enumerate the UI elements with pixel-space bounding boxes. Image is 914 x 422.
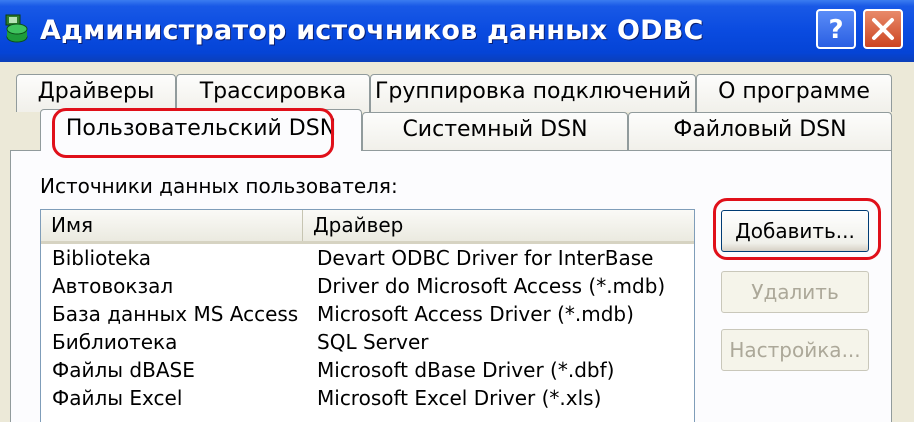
title-bar[interactable]: Администратор источников данных ODBC ? xyxy=(0,0,914,62)
column-header-driver[interactable]: Драйвер xyxy=(303,210,694,241)
tab-user-dsn[interactable]: Пользовательский DSN xyxy=(40,109,362,151)
dsn-name: Biblioteka xyxy=(52,246,151,270)
tab-system-dsn[interactable]: Системный DSN xyxy=(362,112,628,150)
window-title: Администратор источников данных ODBC xyxy=(40,15,704,46)
list-item[interactable]: Файлы dBASE Microsoft dBase Driver (*.db… xyxy=(41,356,694,384)
column-header-name[interactable]: Имя xyxy=(41,210,303,241)
svg-text:?: ? xyxy=(828,15,843,45)
tab-file-dsn[interactable]: Файловый DSN xyxy=(628,112,892,150)
dsn-name: Автовокзал xyxy=(52,274,174,298)
tab-connection-pooling[interactable]: Группировка подключений xyxy=(370,74,696,112)
configure-button[interactable]: Настройка... xyxy=(721,329,869,371)
dsn-driver: Driver do Microsoft Access (*.mdb) xyxy=(317,274,666,298)
list-item[interactable]: Автовокзал Driver do Microsoft Access (*… xyxy=(41,272,694,300)
dsn-name: Библиотека xyxy=(52,330,178,354)
tab-tracing[interactable]: Трассировка xyxy=(176,74,370,112)
dsn-driver: Microsoft Excel Driver (*.xls) xyxy=(317,386,602,410)
question-mark-icon: ? xyxy=(828,15,843,45)
odbc-admin-window: Администратор источников данных ODBC ? Д… xyxy=(0,0,914,422)
list-item[interactable]: Библиотека SQL Server xyxy=(41,328,694,356)
tab-drivers[interactable]: Драйверы xyxy=(16,74,176,112)
list-item[interactable]: Biblioteka Devart ODBC Driver for InterB… xyxy=(41,244,694,272)
dsn-name: Файлы dBASE xyxy=(52,358,195,382)
list-item[interactable]: Файлы Excel Microsoft Excel Driver (*.xl… xyxy=(41,384,694,412)
dsn-driver: Devart ODBC Driver for InterBase xyxy=(317,246,654,270)
remove-button[interactable]: Удалить xyxy=(721,271,869,313)
close-button[interactable] xyxy=(863,9,903,49)
dsn-name: База данных MS Access xyxy=(52,302,299,326)
data-sources-list[interactable]: Имя Драйвер Biblioteka Devart ODBC Drive… xyxy=(40,209,695,422)
list-item[interactable]: База данных MS Access Microsoft Access D… xyxy=(41,300,694,328)
user-data-sources-label: Источники данных пользователя: xyxy=(40,174,398,198)
dsn-name: Файлы Excel xyxy=(52,386,183,410)
help-button[interactable]: ? xyxy=(816,9,856,49)
dsn-driver: Microsoft dBase Driver (*.dbf) xyxy=(317,358,615,382)
add-button[interactable]: Добавить... xyxy=(721,210,869,252)
close-icon xyxy=(872,18,894,40)
tab-about[interactable]: О программе xyxy=(696,74,892,112)
dsn-driver: Microsoft Access Driver (*.mdb) xyxy=(317,302,634,326)
odbc-app-icon xyxy=(5,14,28,43)
dsn-driver: SQL Server xyxy=(317,330,429,354)
list-header: Имя Драйвер xyxy=(41,210,694,244)
